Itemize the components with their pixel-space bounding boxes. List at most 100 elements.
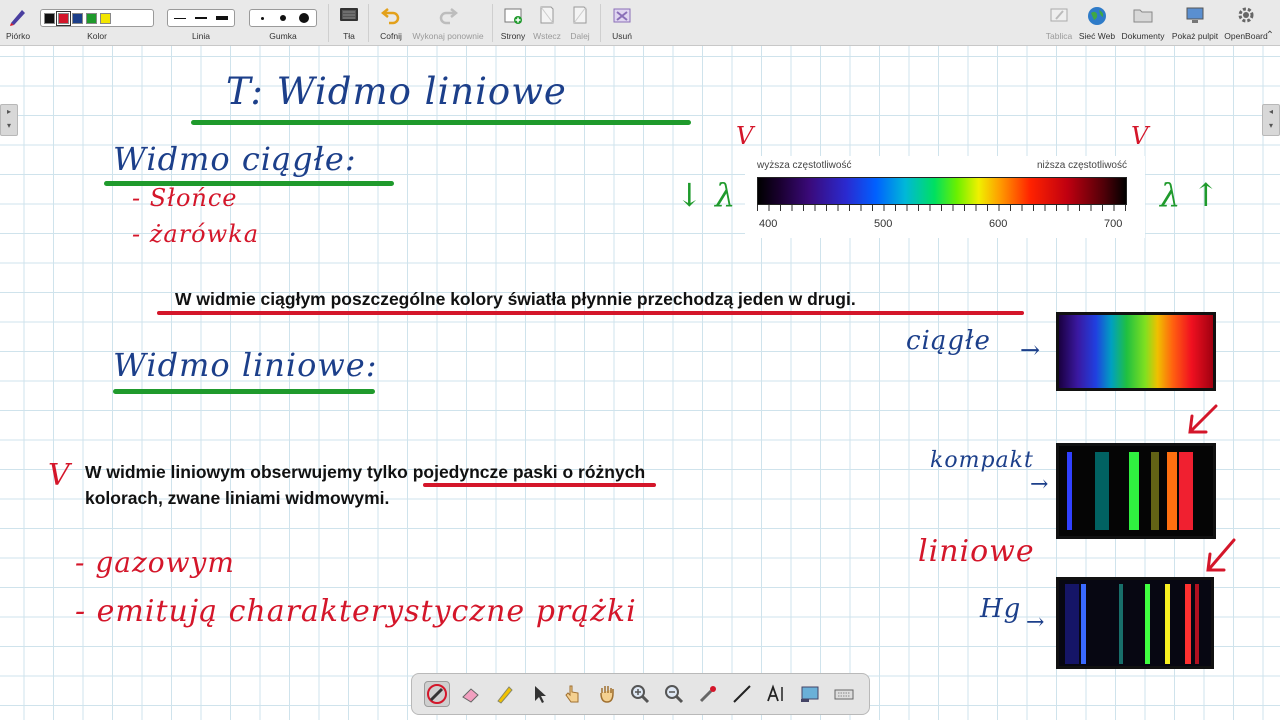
eraser-large-option[interactable]	[295, 12, 313, 24]
previous-page-icon	[540, 6, 554, 24]
minimize-toolbar-icon[interactable]: ⌃	[1266, 30, 1274, 41]
continuous-item-bulb: - żarówka	[132, 220, 260, 248]
label-mercury: Hg	[980, 594, 1022, 624]
web-label: Sieć Web	[1078, 31, 1116, 41]
color-palette	[40, 9, 154, 27]
eraser-medium-option[interactable]	[274, 12, 292, 24]
globe-icon	[1088, 7, 1106, 25]
arrow-continuous: →	[1020, 336, 1042, 364]
line-sentence-line1: W widmie liniowym obserwujemy tylko poje…	[85, 462, 645, 483]
eraser-group: Gumka	[249, 2, 317, 44]
openboard-label: OpenBoard	[1224, 31, 1268, 41]
line-heading-underline	[113, 389, 375, 394]
undo-button[interactable]: Cofnij	[374, 2, 408, 44]
line-medium-option[interactable]	[192, 12, 210, 24]
monitor-icon	[1186, 7, 1204, 23]
line-item-emit: - emitują charakterystyczne prążki	[75, 594, 637, 629]
redo-button[interactable]: Wykonaj ponownie	[410, 2, 486, 44]
label-continuous: ciągłe	[906, 326, 991, 356]
scale-check-left: V	[736, 122, 755, 150]
next-button[interactable]: Dalej	[565, 2, 595, 44]
desktop-label: Pokaż pulpit	[1171, 31, 1219, 41]
whiteboard-canvas[interactable]: ▸ ▾ ◂ ▾ T: Widmo liniowe Widmo ciągłe: - S…	[0, 46, 1280, 720]
back-button[interactable]: Wstecz	[531, 2, 563, 44]
label-line-spectrum: liniowe	[918, 534, 1035, 569]
pages-button[interactable]: Strony	[497, 2, 529, 44]
laser-pointer-tool[interactable]	[695, 681, 721, 707]
red-arrow-icon-2	[1206, 538, 1236, 572]
redo-icon	[439, 8, 459, 25]
tick-500: 500	[874, 218, 893, 230]
eraser-tool[interactable]	[458, 681, 484, 707]
color-swatch-2[interactable]	[56, 10, 71, 26]
background-button[interactable]: Tła	[334, 2, 364, 44]
board-label: Tablica	[1045, 31, 1073, 41]
right-palette-toggle[interactable]: ◂ ▾	[1262, 104, 1280, 136]
pointing-hand-icon	[564, 685, 579, 703]
compact-lamp-spectrum-photo	[1056, 443, 1216, 539]
pen-label: Piórko	[5, 31, 31, 41]
continuous-sentence: W widmie ciągłym poszczególne kolory świ…	[175, 289, 856, 309]
pen-icon	[10, 10, 25, 26]
line-width-palette	[167, 9, 235, 27]
lambda-increase-note: λ ↑	[1160, 176, 1221, 214]
highlighter-icon	[497, 686, 513, 704]
capture-tool[interactable]	[797, 681, 823, 707]
line-tool[interactable]	[729, 681, 755, 707]
background-label: Tła	[343, 31, 355, 41]
continuous-item-sun: - Słońce	[132, 184, 238, 212]
line-sentence-highlight: tylko pojedyncze paski	[367, 462, 558, 482]
color-swatch-5[interactable]	[100, 12, 111, 24]
board-icon	[1050, 8, 1068, 22]
pen-tool-icon	[426, 684, 447, 704]
line-thick-option[interactable]	[213, 12, 231, 24]
arrow-compact: →	[1030, 472, 1050, 497]
lambda-decrease-note: ↓ λ	[676, 176, 737, 214]
line-thin-option[interactable]	[171, 12, 189, 24]
eraser-icon	[462, 688, 479, 703]
hand-icon	[599, 686, 614, 703]
visible-spectrum-bar	[757, 177, 1127, 205]
next-page-icon	[573, 6, 587, 24]
color-swatch-4[interactable]	[86, 12, 97, 24]
openboard-menu-button[interactable]: OpenBoard	[1224, 2, 1268, 44]
continuous-spectrum-photo	[1056, 312, 1216, 391]
interact-tool[interactable]	[560, 681, 586, 707]
color-swatch-1[interactable]	[44, 12, 55, 24]
next-label: Dalej	[570, 31, 590, 41]
board-button[interactable]: Tablica	[1043, 2, 1075, 44]
laser-pointer-icon	[700, 686, 717, 703]
selector-tool[interactable]	[526, 681, 552, 707]
wavelength-scale-image: wyższa częstotliwość niższa częstotliwoś…	[745, 156, 1145, 238]
cursor-icon	[534, 686, 546, 703]
web-button[interactable]: Sieć Web	[1078, 2, 1116, 44]
pen-tool[interactable]	[423, 681, 450, 707]
lower-frequency-label: niższa częstotliwość	[1036, 160, 1127, 171]
mercury-spectrum-photo	[1056, 577, 1214, 669]
zoom-out-tool[interactable]	[661, 681, 687, 707]
eraser-size-palette	[249, 9, 317, 27]
title-underline	[191, 120, 691, 125]
arrow-mercury: →	[1026, 610, 1046, 635]
documents-label: Dokumenty	[1121, 31, 1165, 41]
zoom-in-tool[interactable]	[627, 681, 653, 707]
text-tool[interactable]	[763, 681, 789, 707]
delete-button[interactable]: Usuń	[606, 2, 638, 44]
documents-button[interactable]: Dokumenty	[1120, 2, 1166, 44]
keyboard-tool[interactable]	[831, 681, 857, 707]
label-compact-lamp: kompakt	[930, 448, 1034, 473]
show-desktop-button[interactable]: Pokaż pulpit	[1170, 2, 1220, 44]
add-page-icon	[504, 8, 522, 24]
capture-icon	[801, 686, 819, 702]
line-heading: Widmo liniowe:	[113, 346, 378, 384]
marker-tool[interactable]	[492, 681, 518, 707]
text-icon	[767, 684, 783, 702]
left-palette-toggle[interactable]: ▸ ▾	[0, 104, 18, 136]
color-swatch-3[interactable]	[72, 12, 83, 24]
hand-tool[interactable]	[594, 681, 620, 707]
pen-button[interactable]: Piórko	[2, 2, 34, 44]
red-arrow-icon	[1188, 404, 1218, 434]
scale-check-right: V	[1131, 122, 1150, 150]
tick-700: 700	[1104, 218, 1123, 230]
eraser-small-option[interactable]	[253, 12, 271, 24]
